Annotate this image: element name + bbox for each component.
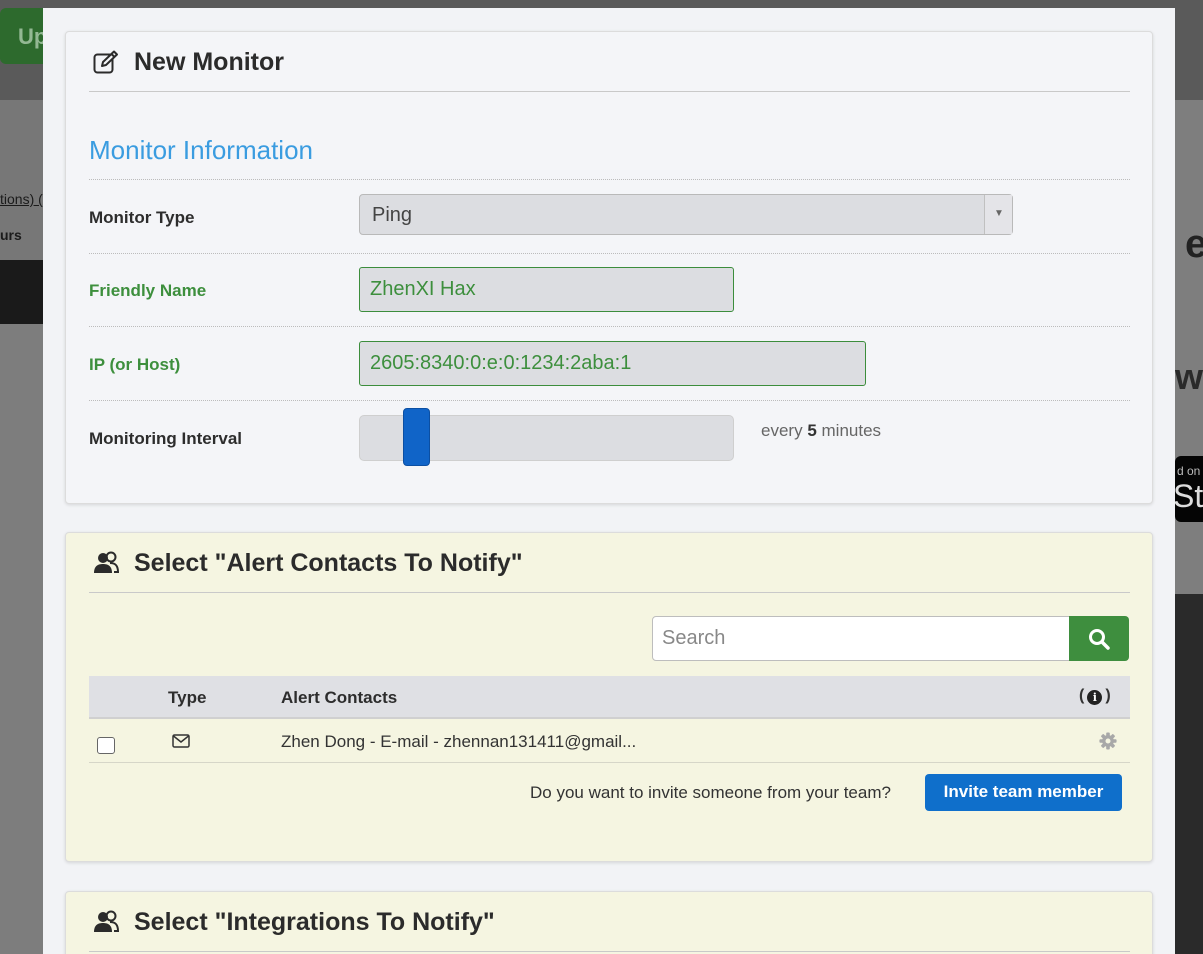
column-info: (i)	[1079, 687, 1111, 705]
interval-readout: every 5 minutes	[761, 421, 882, 440]
section-title: Monitor Information	[89, 135, 313, 165]
column-type: Type	[168, 688, 207, 707]
friendly-name-input[interactable]: ZhenXI Hax	[359, 267, 734, 312]
monitor-type-value: Ping	[372, 204, 413, 226]
divider	[89, 326, 1130, 327]
panel-header: Select "Alert Contacts To Notify"	[89, 533, 1130, 593]
search-icon	[1089, 629, 1110, 650]
divider	[89, 400, 1130, 401]
background-right-dark	[1175, 594, 1203, 954]
panel-header: New Monitor	[89, 32, 1130, 92]
alert-contacts-panel: Select "Alert Contacts To Notify" Type A…	[65, 532, 1153, 862]
column-alert-contacts: Alert Contacts	[281, 688, 398, 707]
envelope-icon	[172, 734, 190, 748]
chevron-down-icon: ▼	[994, 208, 1004, 219]
monitor-type-select[interactable]: Ping ▼	[359, 194, 1013, 235]
contact-checkbox[interactable]	[97, 737, 115, 754]
panel-title: Select "Integrations To Notify"	[134, 908, 495, 936]
search-field[interactable]	[652, 616, 1071, 661]
info-icon[interactable]: i	[1087, 690, 1103, 705]
new-monitor-modal: New Monitor Monitor Information Monitor …	[43, 8, 1175, 954]
interval-slider-handle[interactable]	[403, 408, 430, 466]
contact-text: Zhen Dong - E-mail - zhennan131411@gmail…	[281, 732, 637, 751]
invite-question: Do you want to invite someone from your …	[530, 783, 891, 802]
background-heading-fragment: e	[1185, 222, 1203, 266]
ip-host-input[interactable]: 2605:8340:0:e:0:1234:2aba:1	[359, 341, 866, 386]
interval-value: 5	[807, 421, 817, 440]
integrations-panel: Select "Integrations To Notify"	[65, 891, 1153, 954]
background-text-fragment: urs	[0, 227, 22, 243]
background-store-badge: d on St	[1175, 456, 1203, 522]
panel-title: New Monitor	[134, 48, 284, 76]
divider	[89, 253, 1130, 254]
background-heading-fragment-2: w	[1175, 356, 1203, 397]
monitor-type-label: Monitor Type	[89, 208, 195, 227]
background-left-dark	[0, 260, 44, 324]
monitor-info-panel: New Monitor Monitor Information Monitor …	[65, 31, 1153, 504]
search-button[interactable]	[1069, 616, 1129, 661]
users-icon	[94, 551, 119, 573]
store-badge-small-text: d on	[1177, 464, 1201, 478]
search-input[interactable]	[653, 617, 1070, 660]
gear-icon[interactable]	[1099, 732, 1117, 750]
edit-icon	[93, 50, 118, 74]
background-link-fragment: tions) (	[0, 191, 43, 207]
panel-header: Select "Integrations To Notify"	[89, 892, 1130, 952]
monitoring-interval-label: Monitoring Interval	[89, 429, 242, 448]
ip-host-label: IP (or Host)	[89, 355, 181, 374]
dropdown-arrow[interactable]: ▼	[984, 195, 1012, 234]
panel-title: Select "Alert Contacts To Notify"	[134, 549, 523, 577]
divider	[89, 179, 1130, 180]
table-row: Zhen Dong - E-mail - zhennan131411@gmail…	[89, 719, 1130, 763]
table-header: Type Alert Contacts (i)	[89, 676, 1130, 719]
friendly-name-label: Friendly Name	[89, 281, 207, 300]
users-icon	[94, 910, 119, 932]
invite-team-member-button[interactable]: Invite team member	[925, 774, 1122, 811]
store-badge-large-text: St	[1175, 478, 1203, 514]
